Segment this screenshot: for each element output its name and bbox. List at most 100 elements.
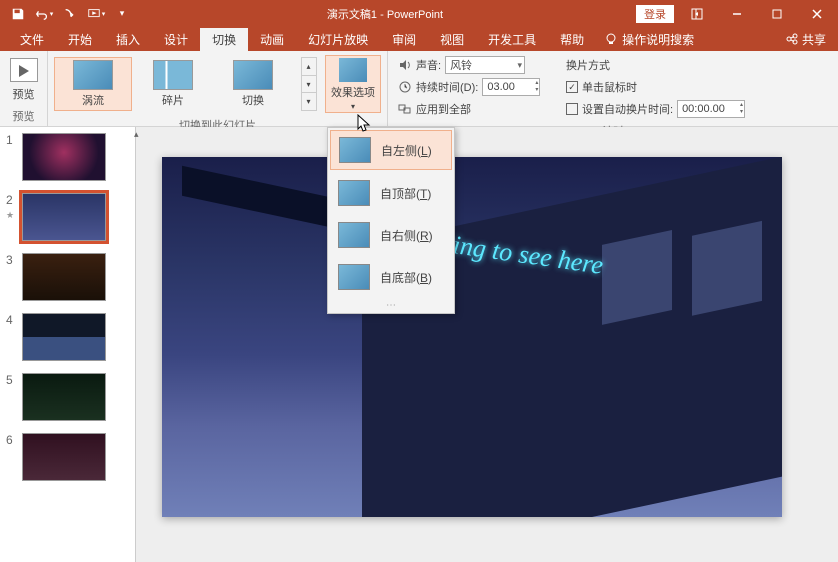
dropdown-label: 自顶部(T) [380, 185, 431, 202]
after-label: 设置自动换片时间: [582, 101, 673, 117]
ribbon-tabs: 文件 开始 插入 设计 切换 动画 幻灯片放映 审阅 视图 开发工具 帮助 操作… [0, 27, 838, 51]
slide-thumb [22, 193, 106, 241]
quick-access-toolbar: ▾ ▾ ▾ [0, 3, 134, 25]
minimize-button[interactable] [720, 3, 754, 25]
effect-options-label: 效果选项 [331, 84, 375, 100]
gallery-up-button[interactable]: ▴ [302, 58, 316, 76]
window-controls: 登录 [636, 3, 838, 25]
tab-slideshow[interactable]: 幻灯片放映 [296, 28, 380, 51]
direction-bottom-icon [338, 264, 370, 290]
slide-thumb [22, 253, 106, 301]
dropdown-more: ⋯ [328, 298, 454, 313]
slide-thumb [22, 433, 106, 481]
duration-label: 持续时间(D): [416, 79, 478, 95]
save-button[interactable] [6, 3, 30, 25]
titlebar: ▾ ▾ ▾ 演示文稿1 - PowerPoint 登录 [0, 0, 838, 27]
tab-home[interactable]: 开始 [56, 28, 104, 51]
start-slideshow-button[interactable]: ▾ [84, 3, 108, 25]
speaker-icon [398, 58, 412, 72]
apply-all-icon [398, 102, 412, 116]
effect-options-button[interactable]: 效果选项 ▾ [325, 55, 381, 113]
slide-item-3[interactable]: 3 [0, 253, 135, 301]
slide-item-6[interactable]: 6 [0, 433, 135, 481]
on-click-checkbox[interactable]: ✓ [566, 81, 578, 93]
share-button[interactable]: 共享 [773, 31, 838, 48]
apply-all-button[interactable]: 应用到全部 [416, 101, 471, 117]
preview-button[interactable]: 预览 [4, 54, 43, 106]
transitions-gallery: 涡流 碎片 切换 [52, 55, 294, 113]
transition-thumb [73, 60, 113, 90]
advance-label: 换片方式 [566, 57, 610, 73]
on-click-label: 单击鼠标时 [582, 79, 637, 95]
transition-switch[interactable]: 切换 [214, 57, 292, 111]
slide-thumb [22, 133, 106, 181]
share-icon [785, 32, 799, 46]
dropdown-item-from-top[interactable]: 自顶部(T) [328, 172, 454, 214]
dropdown-item-from-right[interactable]: 自右侧(R) [328, 214, 454, 256]
dropdown-item-from-bottom[interactable]: 自底部(B) [328, 256, 454, 298]
effect-options-icon [339, 58, 367, 82]
tab-developer[interactable]: 开发工具 [476, 28, 548, 51]
dropdown-label: 自底部(B) [380, 269, 432, 286]
dropdown-label: 自左侧(L) [381, 142, 432, 159]
slide-item-2[interactable]: 2★ [0, 193, 135, 241]
transition-vortex[interactable]: 涡流 [54, 57, 132, 111]
dropdown-item-from-left[interactable]: 自左侧(L) [330, 130, 452, 170]
slide-thumb [22, 373, 106, 421]
group-label-preview: 预览 [0, 108, 47, 126]
slide-item-4[interactable]: 4 [0, 313, 135, 361]
undo-button[interactable]: ▾ [32, 3, 56, 25]
group-timing: 声音: 风铃 持续时间(D): 03.00 应用到全部 换片方式 ✓ 单击鼠标时 [388, 51, 838, 126]
slide-item-5[interactable]: 5 [0, 373, 135, 421]
mouse-cursor [357, 114, 373, 139]
slide-thumb [22, 313, 106, 361]
gallery-down-button[interactable]: ▾ [302, 76, 316, 94]
slide-canvas: Nothing to see here [162, 157, 782, 517]
after-spinner[interactable]: 00:00.00 [677, 100, 745, 118]
sound-label: 声音: [416, 57, 441, 73]
tell-me-label: 操作说明搜索 [622, 31, 694, 48]
slide-number: 5 [6, 373, 18, 387]
duration-spinner[interactable]: 03.00 [482, 78, 540, 96]
slide-number: 3 [6, 253, 18, 267]
dropdown-label: 自右侧(R) [380, 227, 433, 244]
gallery-more-button[interactable]: ▾ [302, 93, 316, 110]
slide-canvas-area[interactable]: Nothing to see here [142, 127, 838, 562]
redo-button[interactable] [58, 3, 82, 25]
slide-number: 2★ [6, 193, 18, 221]
tab-help[interactable]: 帮助 [548, 28, 596, 51]
tab-file[interactable]: 文件 [8, 28, 56, 51]
tab-transitions[interactable]: 切换 [200, 28, 248, 51]
chevron-down-icon: ▾ [351, 102, 355, 111]
direction-top-icon [338, 180, 370, 206]
qat-customize-button[interactable]: ▾ [110, 3, 134, 25]
after-checkbox[interactable] [566, 103, 578, 115]
share-label: 共享 [802, 31, 826, 48]
slide-thumbnails-panel[interactable]: 1 2★ 3 4 5 6 [0, 127, 136, 562]
preview-icon [10, 58, 38, 82]
slide-number: 4 [6, 313, 18, 327]
tab-animations[interactable]: 动画 [248, 28, 296, 51]
timing-col-2: 换片方式 ✓ 单击鼠标时 设置自动换片时间: 00:00.00 [560, 53, 751, 121]
direction-left-icon [339, 137, 371, 163]
tab-insert[interactable]: 插入 [104, 28, 152, 51]
ribbon: 预览 预览 涡流 碎片 切换 ▴ ▾ ▾ 效果选项 ▾ 切换到此幻灯片 [0, 51, 838, 127]
sound-combo[interactable]: 风铃 [445, 56, 525, 74]
maximize-button[interactable] [760, 3, 794, 25]
ribbon-display-button[interactable] [680, 3, 714, 25]
group-preview: 预览 预览 [0, 51, 48, 126]
clock-icon [398, 80, 412, 94]
tab-review[interactable]: 审阅 [380, 28, 428, 51]
tab-view[interactable]: 视图 [428, 28, 476, 51]
tell-me-search[interactable]: 操作说明搜索 [596, 31, 702, 48]
slide-item-1[interactable]: 1 [0, 133, 135, 181]
transition-shred[interactable]: 碎片 [134, 57, 212, 111]
transition-label: 碎片 [162, 92, 184, 108]
transition-label: 涡流 [82, 92, 104, 108]
close-button[interactable] [800, 3, 834, 25]
tab-design[interactable]: 设计 [152, 28, 200, 51]
transition-thumb [153, 60, 193, 90]
login-button[interactable]: 登录 [636, 5, 674, 23]
transition-label: 切换 [242, 92, 264, 108]
bulb-icon [604, 32, 618, 46]
